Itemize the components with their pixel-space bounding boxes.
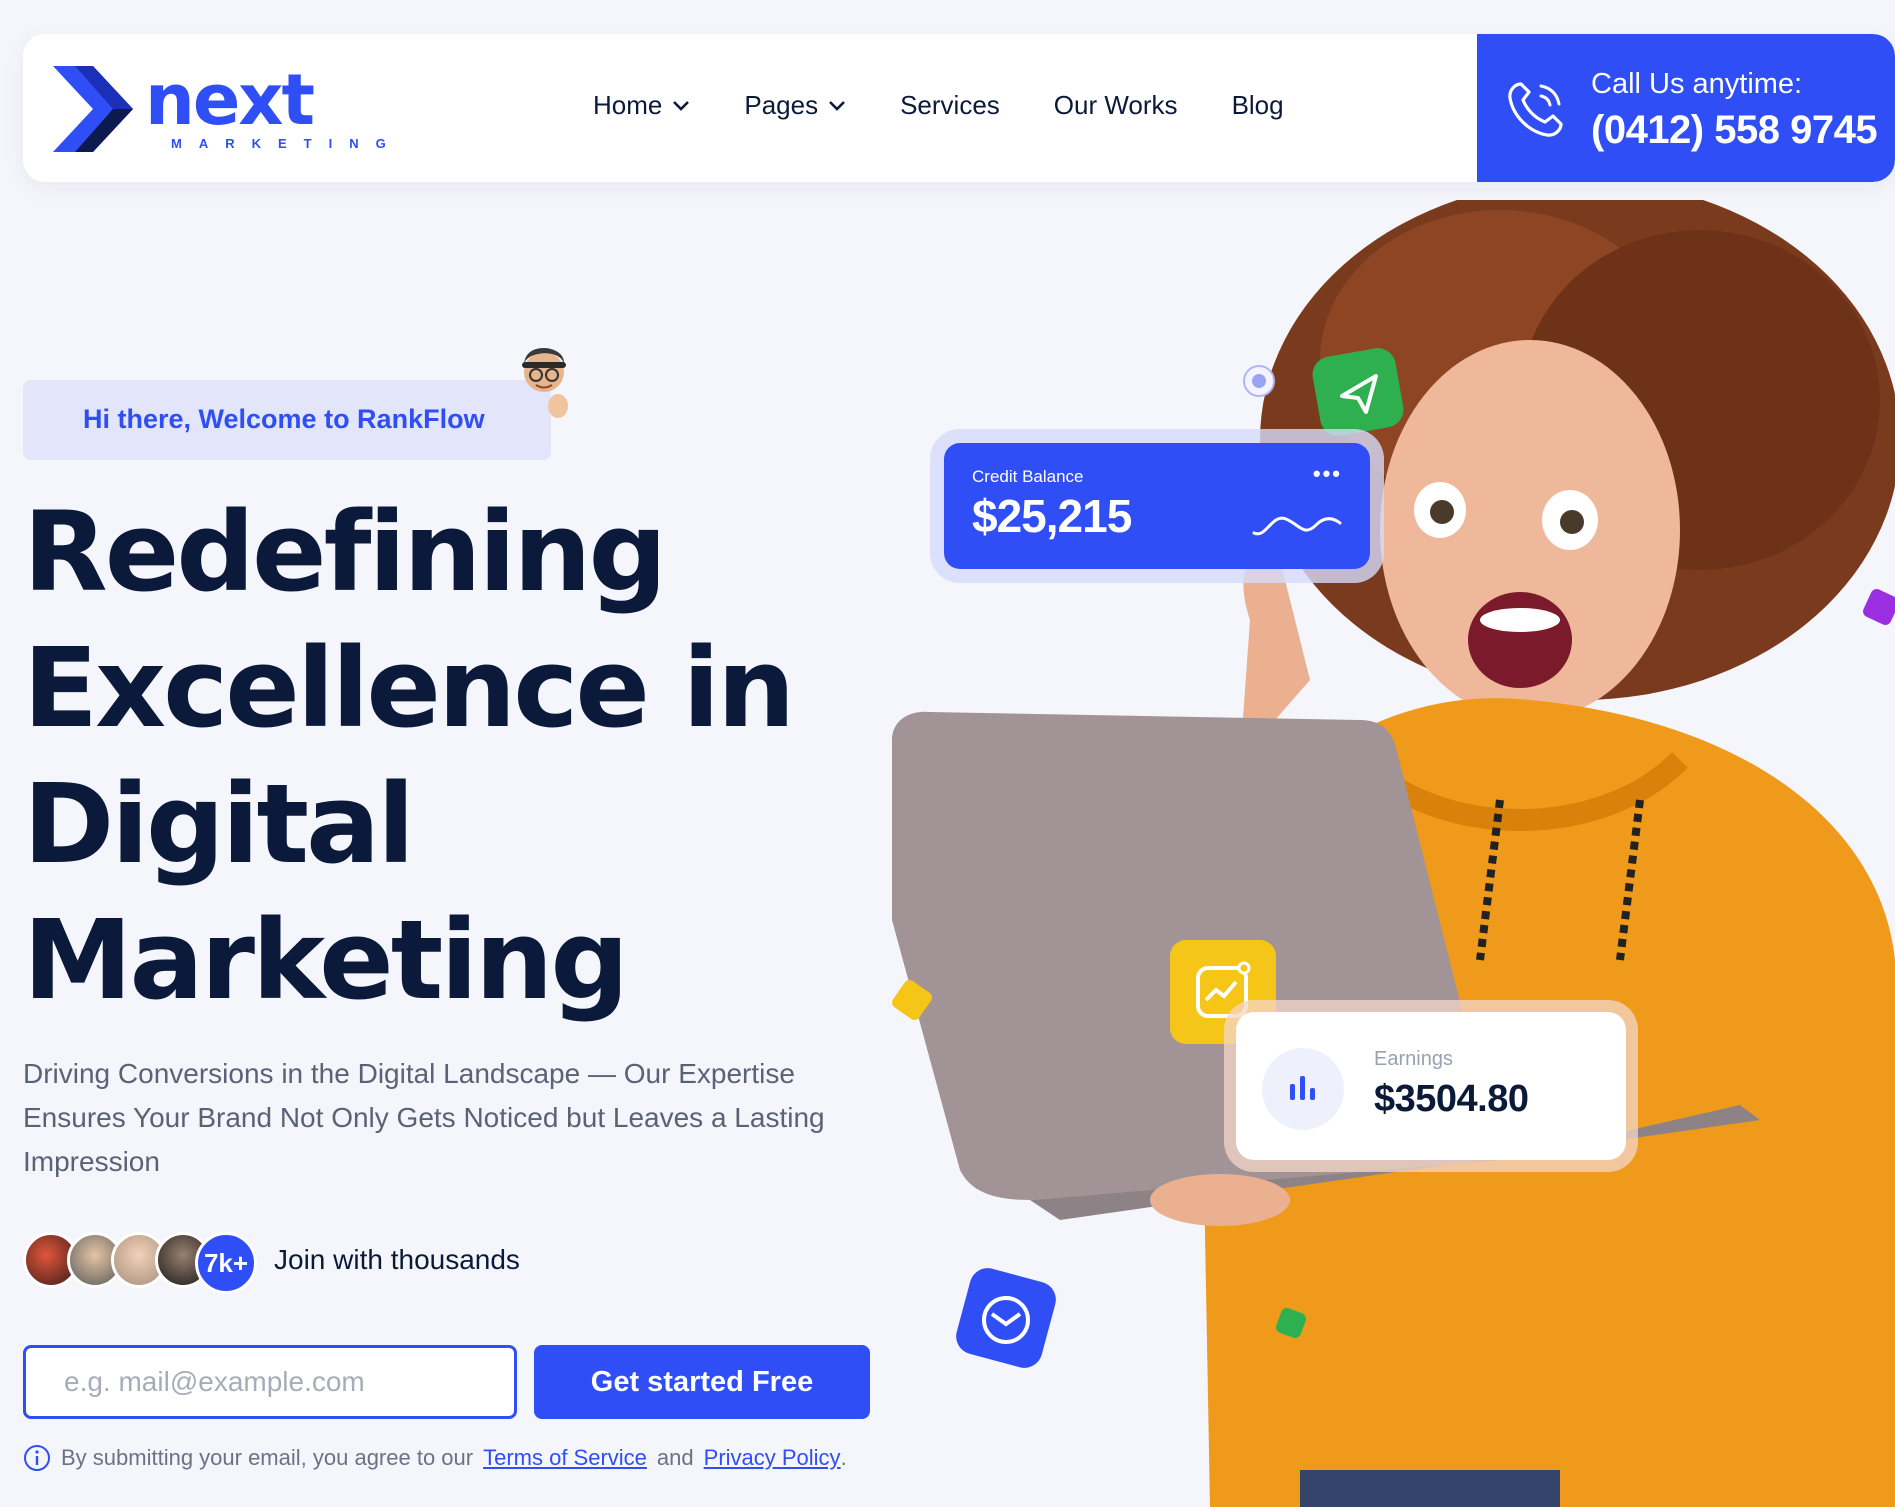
consent-suffix: .	[840, 1445, 847, 1470]
send-icon[interactable]	[1310, 348, 1406, 438]
site-header: next MARKETING Home Pages Services Our W…	[23, 34, 1895, 182]
phone-icon	[1508, 82, 1563, 137]
nav-home-label: Home	[593, 90, 663, 120]
wave-line-icon	[1252, 516, 1342, 536]
call-us-panel[interactable]: Call Us anytime: (0412) 558 9745	[1477, 34, 1895, 182]
nav-blog[interactable]: Blog	[1232, 90, 1284, 121]
credit-label: Credit Balance	[972, 467, 1084, 486]
call-phone-number[interactable]: (0412) 558 9745	[1591, 108, 1878, 153]
logo-chevron-icon	[53, 66, 133, 152]
hero-subtext: Driving Conversions in the Digital Lands…	[23, 1058, 825, 1177]
privacy-link[interactable]: Privacy Policy	[704, 1445, 841, 1471]
welcome-badge: Hi there, Welcome to RankFlow	[23, 380, 551, 460]
terms-link[interactable]: Terms of Service	[483, 1445, 647, 1471]
hero-headline: Redefining Excellence in Digital Marketi…	[23, 484, 843, 1028]
headline-line: Digital	[23, 760, 415, 888]
mail-icon[interactable]	[950, 1262, 1062, 1374]
chevron-down-icon	[829, 100, 846, 111]
nav-services-label: Services	[900, 90, 1000, 120]
call-label: Call Us anytime:	[1591, 68, 1803, 100]
consent-and: and	[656, 1445, 694, 1470]
info-icon	[24, 1445, 50, 1471]
main-nav: Home Pages Services Our Works Blog	[593, 90, 1284, 121]
nav-pages[interactable]: Pages	[744, 90, 846, 121]
consent-prefix: By submitting your email, you agree to o…	[61, 1445, 474, 1470]
headline-line: Redefining	[23, 488, 667, 616]
green-shape-icon	[1276, 1308, 1306, 1338]
user-avatars: 7k+	[23, 1232, 263, 1294]
headline-line: Marketing	[23, 896, 629, 1024]
join-text: Join with thousands	[274, 1244, 520, 1275]
headline-line: Excellence in	[23, 624, 795, 752]
welcome-text: Hi there, Welcome to RankFlow	[83, 404, 485, 434]
consent-note: By submitting your email, you agree to o…	[23, 1444, 847, 1472]
earnings-label: Earnings	[1374, 1048, 1453, 1070]
nav-pages-label: Pages	[744, 90, 819, 120]
credit-value: $25,215	[972, 490, 1132, 542]
bar-chart-icon	[1262, 1048, 1344, 1130]
memoji-avatar-icon	[522, 348, 568, 418]
purple-shape-icon	[1863, 589, 1895, 625]
earnings-card: Earnings $3504.80	[1236, 1012, 1626, 1160]
logo-tagline: MARKETING	[171, 136, 403, 151]
chevron-down-icon	[673, 100, 690, 111]
email-input[interactable]	[23, 1345, 517, 1419]
more-options-icon[interactable]: •••	[1313, 461, 1342, 487]
nav-services[interactable]: Services	[900, 90, 1000, 121]
credit-balance-card: Credit Balance $25,215 •••	[944, 443, 1370, 569]
yellow-shape-icon	[892, 980, 932, 1020]
earnings-value: $3504.80	[1374, 1078, 1529, 1120]
nav-home[interactable]: Home	[593, 90, 690, 121]
user-count-badge: 7k+	[195, 1232, 257, 1294]
get-started-button[interactable]: Get started Free	[534, 1345, 870, 1419]
logo-wordmark: next	[145, 59, 315, 141]
nav-our-works[interactable]: Our Works	[1054, 90, 1178, 121]
nav-our-works-label: Our Works	[1053, 90, 1178, 120]
nav-blog-label: Blog	[1231, 90, 1284, 120]
target-dot-icon	[1243, 365, 1275, 397]
logo[interactable]: next MARKETING	[53, 60, 386, 156]
